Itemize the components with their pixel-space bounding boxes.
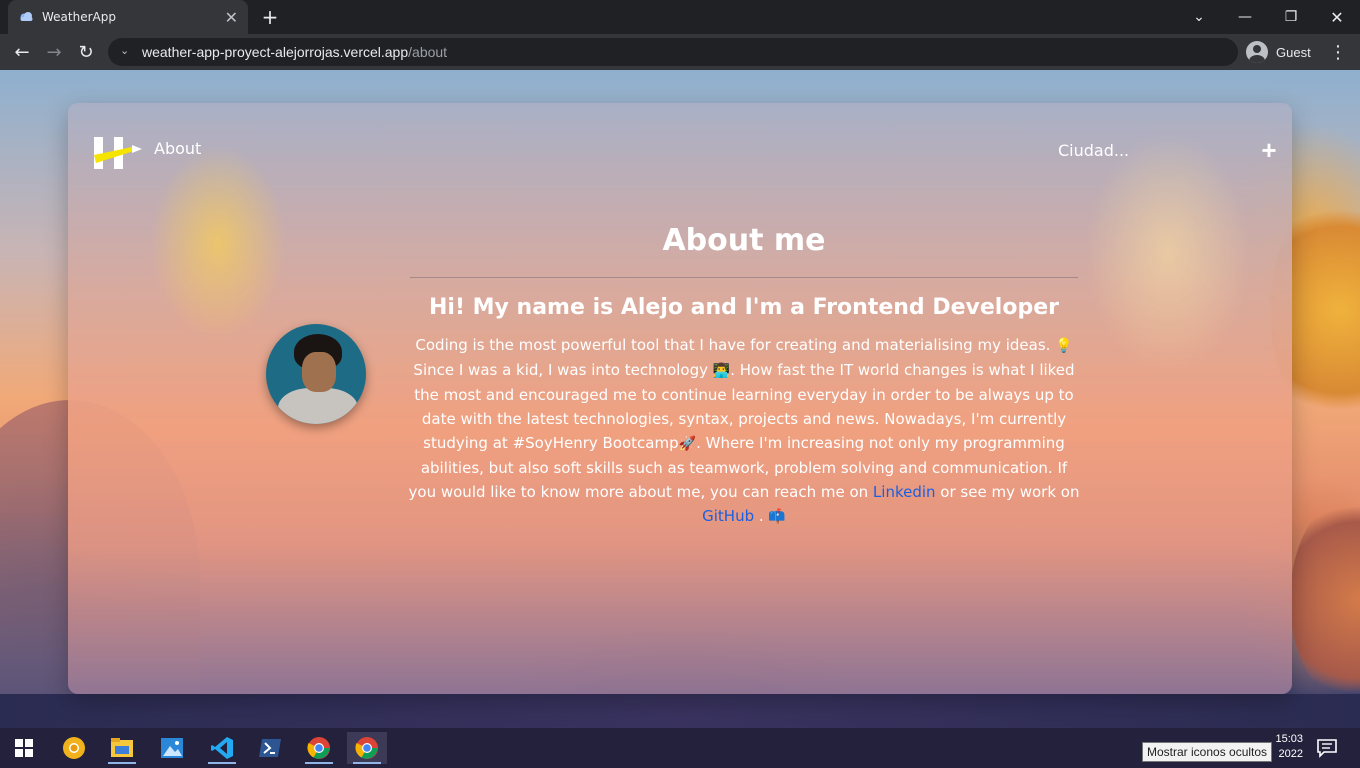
chevron-down-icon[interactable]: ⌄ bbox=[120, 44, 134, 58]
lightbulb-icon: 💡 bbox=[1055, 338, 1073, 354]
url-path: /about bbox=[408, 44, 448, 60]
chrome-canary-icon[interactable] bbox=[54, 732, 94, 764]
avatar-face bbox=[302, 352, 336, 392]
intro-heading: Hi! My name is Alejo and I'm a Frontend … bbox=[429, 295, 1059, 320]
bio-text-2: Since I was a kid, I was into technology bbox=[413, 361, 713, 379]
photos-icon[interactable] bbox=[152, 732, 192, 764]
browser-tabbar: WeatherApp ✕ + ⌄ — ❐ ✕ bbox=[0, 0, 1360, 34]
chrome-active-icon[interactable] bbox=[347, 732, 387, 764]
minimize-icon[interactable]: — bbox=[1222, 0, 1268, 34]
new-tab-button[interactable]: + bbox=[258, 5, 282, 29]
forward-arrow-icon[interactable]: → bbox=[42, 40, 66, 64]
about-card: About + About me Hi! My name is Alejo an… bbox=[68, 103, 1292, 694]
explorer-underline bbox=[108, 762, 136, 764]
bio-paragraph: Coding is the most powerful tool that I … bbox=[408, 333, 1080, 529]
tab-close-icon[interactable]: ✕ bbox=[225, 8, 238, 27]
add-city-button[interactable]: + bbox=[1256, 137, 1282, 163]
technologist-icon: 👨‍💻 bbox=[712, 363, 731, 379]
reload-icon[interactable]: ↻ bbox=[74, 40, 98, 64]
browser-toolbar: ← → ↻ ⌄ weather-app-proyect-alejorrojas.… bbox=[0, 34, 1360, 70]
rocket-icon: 🚀 bbox=[678, 436, 697, 452]
profile-name: Guest bbox=[1276, 44, 1311, 60]
divider bbox=[410, 277, 1078, 278]
chrome-active-underline bbox=[353, 762, 381, 764]
page-viewport: About + About me Hi! My name is Alejo an… bbox=[0, 70, 1360, 728]
nav-about-link[interactable]: About bbox=[154, 139, 201, 158]
window-close-icon[interactable]: ✕ bbox=[1314, 0, 1360, 34]
kebab-menu-icon[interactable]: ⋮ bbox=[1328, 40, 1348, 64]
url-host: weather-app-proyect-alejorrojas.vercel.a… bbox=[142, 44, 409, 60]
profile-button[interactable]: Guest bbox=[1246, 38, 1311, 66]
address-bar[interactable]: ⌄ weather-app-proyect-alejorrojas.vercel… bbox=[108, 38, 1238, 66]
tab-title: WeatherApp bbox=[42, 10, 116, 24]
page-title: About me bbox=[662, 223, 826, 258]
browser-tab[interactable]: WeatherApp ✕ bbox=[8, 0, 248, 34]
restore-icon[interactable]: ❐ bbox=[1268, 0, 1314, 34]
chrome-icon[interactable] bbox=[299, 732, 339, 764]
back-arrow-icon[interactable]: ← bbox=[10, 40, 34, 64]
vscode-icon[interactable] bbox=[202, 732, 242, 764]
windows-start-icon[interactable] bbox=[4, 732, 44, 764]
bio-text-1: Coding is the most powerful tool that I … bbox=[415, 336, 1056, 354]
background-tree-lower bbox=[1290, 490, 1360, 710]
background-ground bbox=[0, 694, 1360, 728]
bio-text-5: or see my work on bbox=[935, 483, 1080, 501]
bio-text-6: . bbox=[754, 507, 769, 525]
avatar-body bbox=[278, 388, 358, 424]
tab-search-chevron-icon[interactable]: ⌄ bbox=[1176, 0, 1222, 34]
linkedin-link[interactable]: Linkedin bbox=[873, 483, 936, 501]
powershell-icon[interactable] bbox=[250, 732, 290, 764]
weather-cloud-icon bbox=[20, 12, 33, 21]
hidden-icons-tooltip: Mostrar iconos ocultos bbox=[1142, 742, 1273, 762]
mailbox-icon: 📫 bbox=[768, 509, 786, 525]
henry-logo-icon[interactable] bbox=[94, 135, 142, 169]
chrome-underline bbox=[305, 762, 333, 764]
avatar bbox=[266, 324, 366, 424]
file-explorer-icon[interactable] bbox=[102, 732, 142, 764]
github-link[interactable]: GitHub bbox=[702, 507, 754, 525]
guest-avatar-icon bbox=[1246, 41, 1268, 63]
city-search-input[interactable] bbox=[1058, 137, 1208, 163]
vscode-underline bbox=[208, 762, 236, 764]
action-center-icon[interactable] bbox=[1316, 738, 1338, 758]
